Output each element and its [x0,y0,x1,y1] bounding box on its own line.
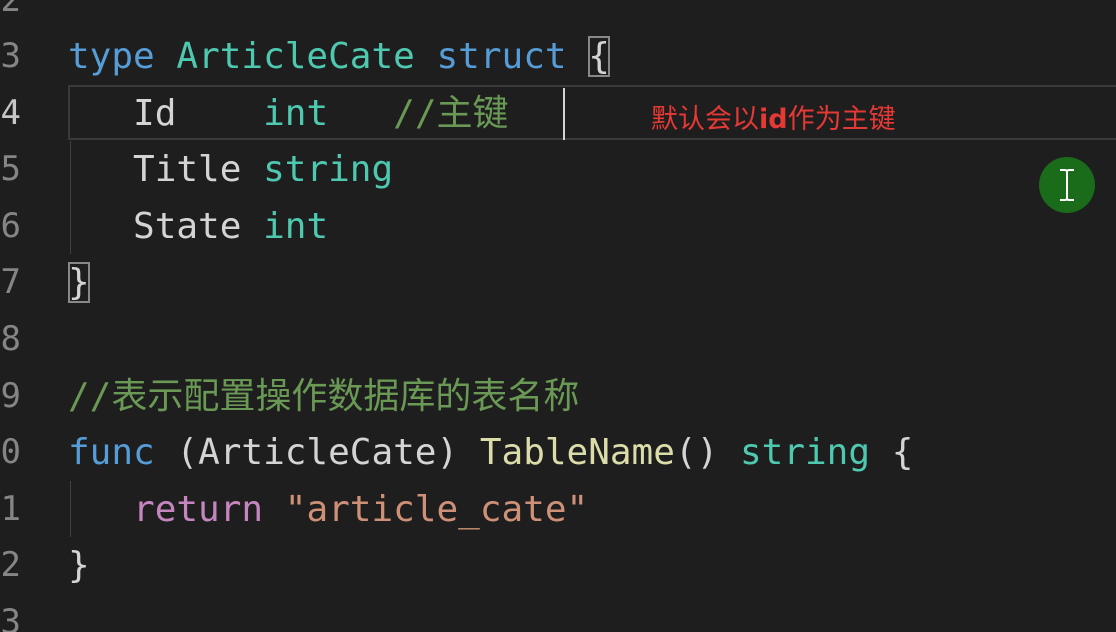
line-number: 2 [0,545,21,585]
field-name: State [133,206,242,247]
type-name: ArticleCate [176,36,415,77]
line-number: 2 [0,0,21,20]
keyword-func: func [68,432,155,473]
code-line-10[interactable]: func (ArticleCate) TableName() string { [68,424,913,481]
close-brace: } [68,545,90,586]
field-name: Title [133,149,242,190]
return-type: string [739,432,871,473]
code-line-6[interactable]: State int [68,198,328,255]
parens: () [674,432,719,473]
keyword-type: type [68,36,155,77]
line-number: 5 [0,149,21,189]
line-number: 1 [0,489,21,529]
code-line-12[interactable]: } [68,537,90,594]
annotation-part: 作为主键 [787,104,896,135]
field-type: int [263,93,329,134]
code-line-5[interactable]: Title string [68,141,393,198]
code-line-3[interactable]: type ArticleCate struct { [68,28,610,85]
comment: //主键 [393,93,509,134]
function-name: TableName [479,432,675,473]
field-type: string [263,149,394,190]
line-number: 8 [0,319,21,359]
annotation-part: 默认会以 [651,104,759,135]
code-line-11[interactable]: return "article_cate" [68,481,588,538]
text-caret [563,88,565,140]
comment: //表示配置操作数据库的表名称 [68,376,580,417]
line-number: 7 [0,262,21,302]
open-brace: { [588,36,610,77]
code-line-9[interactable]: //表示配置操作数据库的表名称 [68,368,579,425]
code-editor[interactable]: 2 3 4 5 6 7 8 9 0 1 2 3 type ArticleCate… [0,0,1116,632]
open-brace: { [891,432,914,473]
line-number: 6 [0,206,21,246]
line-number: 9 [0,376,21,416]
line-number-gutter: 2 3 4 5 6 7 8 9 0 1 2 3 [0,0,40,632]
string-literal: "article_cate" [284,489,589,530]
keyword-return: return [133,489,264,530]
line-number: 3 [0,602,21,632]
receiver: (ArticleCate) [176,432,459,473]
text-cursor-icon [1060,169,1074,201]
field-type: int [263,206,329,247]
code-line-4[interactable]: Id int //主键 [68,85,509,142]
code-line-7[interactable]: } [68,254,90,311]
annotation-bold: id [759,104,788,135]
line-number: 3 [0,36,21,76]
field-name: Id [133,93,177,134]
line-number: 0 [0,432,21,472]
mouse-cursor-indicator [1039,157,1095,213]
close-brace: } [68,262,90,303]
keyword-struct: struct [436,36,567,77]
line-number-active: 4 [0,93,21,133]
annotation-text: 默认会以id作为主键 [651,100,896,140]
